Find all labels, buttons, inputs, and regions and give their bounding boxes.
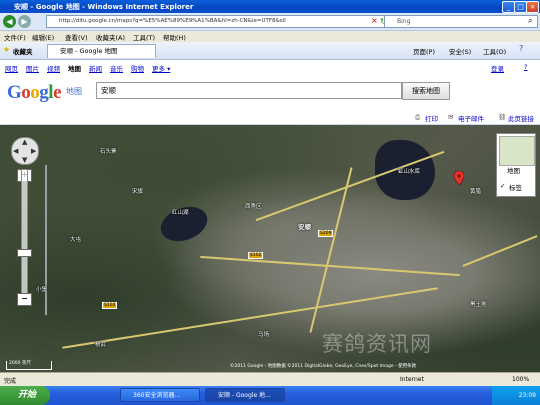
road [462, 235, 538, 267]
road-shield: S102 [248, 252, 264, 259]
google-logo[interactable]: Google [7, 82, 61, 104]
menu-file[interactable]: 文件(F) [4, 32, 26, 42]
gbar-link-maps[interactable]: 地图 [68, 63, 81, 73]
help-icon[interactable]: ? [519, 44, 523, 53]
back-icon[interactable]: ◀ [3, 15, 16, 28]
pan-right-icon[interactable]: ▶ [31, 147, 36, 155]
status-zone: Internet [400, 376, 424, 383]
map-label[interactable]: 西秀区 [245, 202, 262, 210]
pan-control[interactable]: ▲ ▼ ◀ ▶ [11, 137, 39, 165]
gbar-link-images[interactable]: 图片 [26, 63, 39, 73]
page-menu[interactable]: 页面(P) [413, 46, 435, 56]
system-tray: 23:09 [492, 386, 540, 405]
menu-view[interactable]: 查看(V) [65, 32, 88, 42]
gbar-link-web[interactable]: 网页 [5, 63, 18, 73]
menu-bar: 文件(F) 编辑(E) 查看(V) 收藏夹(A) 工具(T) 帮助(H) [0, 31, 540, 42]
map-label[interactable]: 杨武 [95, 340, 106, 348]
zoom-level[interactable]: 100% [512, 376, 529, 383]
taskbar-item[interactable]: 360安全浏览器... [120, 388, 200, 402]
taskbar: 开始 360安全浏览器... 安顺 - Google 地... 23:09 [0, 386, 540, 405]
search-maps-button[interactable]: 搜索地图 [402, 82, 450, 100]
forward-icon[interactable]: ▶ [18, 15, 31, 28]
address-toolbar: ◀ ▶ http://ditu.google.cn/maps?q=%E5%AE%… [0, 13, 540, 31]
logo-maps-label: 地图 [66, 87, 82, 96]
address-bar[interactable]: http://ditu.google.cn/maps?q=%E5%AE%89%E… [46, 15, 390, 28]
zoom-out-button[interactable]: − [17, 293, 32, 306]
location-marker-icon[interactable] [454, 171, 464, 185]
map-search-input[interactable]: 安顺 [96, 82, 402, 99]
map-type-labels[interactable]: 标签 [509, 182, 522, 192]
gbar-help-icon[interactable]: ? [524, 63, 527, 71]
search-icon[interactable]: ⌕ [528, 16, 532, 26]
clock: 23:09 [518, 392, 536, 399]
email-icon[interactable]: ✉ [448, 113, 453, 121]
search-box[interactable]: Bing [384, 15, 538, 28]
map-label[interactable]: 宋旗 [132, 187, 143, 195]
satellite-map[interactable]: S102 S209 S102 安顺 西秀区 红山湖 虹山水库 石头寨 宋旗 大屯… [0, 125, 540, 372]
map-type-map[interactable]: 地图 [507, 165, 520, 175]
window-title: 安顺 - Google 地图 - Windows Internet Explor… [14, 3, 194, 11]
print-icon[interactable]: ⎙ [415, 113, 420, 122]
menu-tools[interactable]: 工具(T) [133, 32, 155, 42]
map-label[interactable]: 石头寨 [100, 147, 117, 155]
map-label[interactable]: 红山湖 [172, 208, 189, 216]
taskbar-item-active[interactable]: 安顺 - Google 地... [205, 388, 285, 402]
pan-down-icon[interactable]: ▼ [22, 156, 27, 164]
map-type-control: 地图 ✓ 标签 [496, 133, 536, 197]
close-button[interactable]: × [526, 1, 539, 13]
gbar-signin[interactable]: 登录 [491, 63, 504, 73]
map-type-thumbnail[interactable] [499, 136, 535, 166]
watermark: 赛鸽资讯网 [322, 332, 432, 356]
map-label[interactable]: 黑土地 [470, 300, 487, 308]
search-area: Google 地图 安顺 搜索地图 [0, 74, 540, 110]
google-bar: 网页 图片 视频 地图 新闻 音乐 购物 更多 ▾ 登录 ? [0, 60, 540, 75]
map-toolbar: ⎙ 打印 ✉ 电子邮件 ⛓ 此页链接 [0, 110, 540, 125]
gbar-link-more[interactable]: 更多 ▾ [152, 63, 170, 73]
email-link[interactable]: 电子邮件 [458, 113, 484, 123]
pan-up-icon[interactable]: ▲ [22, 138, 27, 146]
road-shield: S209 [318, 230, 334, 237]
road [200, 255, 460, 277]
start-button[interactable]: 开始 [0, 386, 50, 405]
tools-menu[interactable]: 工具(O) [483, 46, 506, 56]
zoom-slider[interactable] [21, 169, 28, 299]
gbar-link-music[interactable]: 音乐 [110, 63, 123, 73]
star-icon: ★ [3, 45, 11, 54]
scale-bar: 2000 英尺 [6, 361, 52, 370]
status-bar: 完成 Internet 100% [0, 372, 540, 387]
checkbox-icon[interactable]: ✓ [500, 182, 505, 190]
safety-menu[interactable]: 安全(S) [449, 46, 471, 56]
gbar-link-shopping[interactable]: 购物 [131, 63, 144, 73]
map-label[interactable]: 大屯 [70, 235, 81, 243]
gbar-link-news[interactable]: 新闻 [89, 63, 102, 73]
favorites-label[interactable]: 收藏夹 [13, 46, 33, 56]
map-label[interactable]: 虹山水库 [398, 167, 420, 175]
map-label[interactable]: 马场 [258, 330, 269, 338]
map-label[interactable]: 小堡 [36, 285, 47, 293]
window-title-bar: 安顺 - Google 地图 - Windows Internet Explor… [0, 0, 540, 13]
map-label[interactable]: 黄腊 [470, 187, 481, 195]
pan-left-icon[interactable]: ◀ [13, 147, 18, 155]
print-link[interactable]: 打印 [425, 113, 438, 123]
menu-favorites[interactable]: 收藏夹(A) [96, 32, 125, 42]
road-shield: S102 [102, 302, 118, 309]
map-label[interactable]: 安顺 [298, 221, 311, 231]
map-copyright[interactable]: ©2011 Google - 地图数据 ©2011 DigitalGlobe, … [230, 363, 416, 369]
menu-help[interactable]: 帮助(H) [163, 32, 186, 42]
status-text: 完成 [4, 378, 17, 385]
favorites-bar: ★ 收藏夹 安顺 - Google 地图 页面(P) 安全(S) 工具(O) ? [0, 42, 540, 60]
link-icon[interactable]: ⛓ [498, 113, 506, 121]
scale-label: 2000 英尺 [9, 361, 31, 366]
menu-edit[interactable]: 编辑(E) [32, 32, 54, 42]
zoom-slider-handle[interactable] [17, 249, 32, 257]
browser-tab[interactable]: 安顺 - Google 地图 [47, 44, 156, 58]
link-link[interactable]: 此页链接 [508, 113, 534, 123]
gbar-link-video[interactable]: 视频 [47, 63, 60, 73]
stop-icon[interactable]: × [371, 16, 378, 25]
